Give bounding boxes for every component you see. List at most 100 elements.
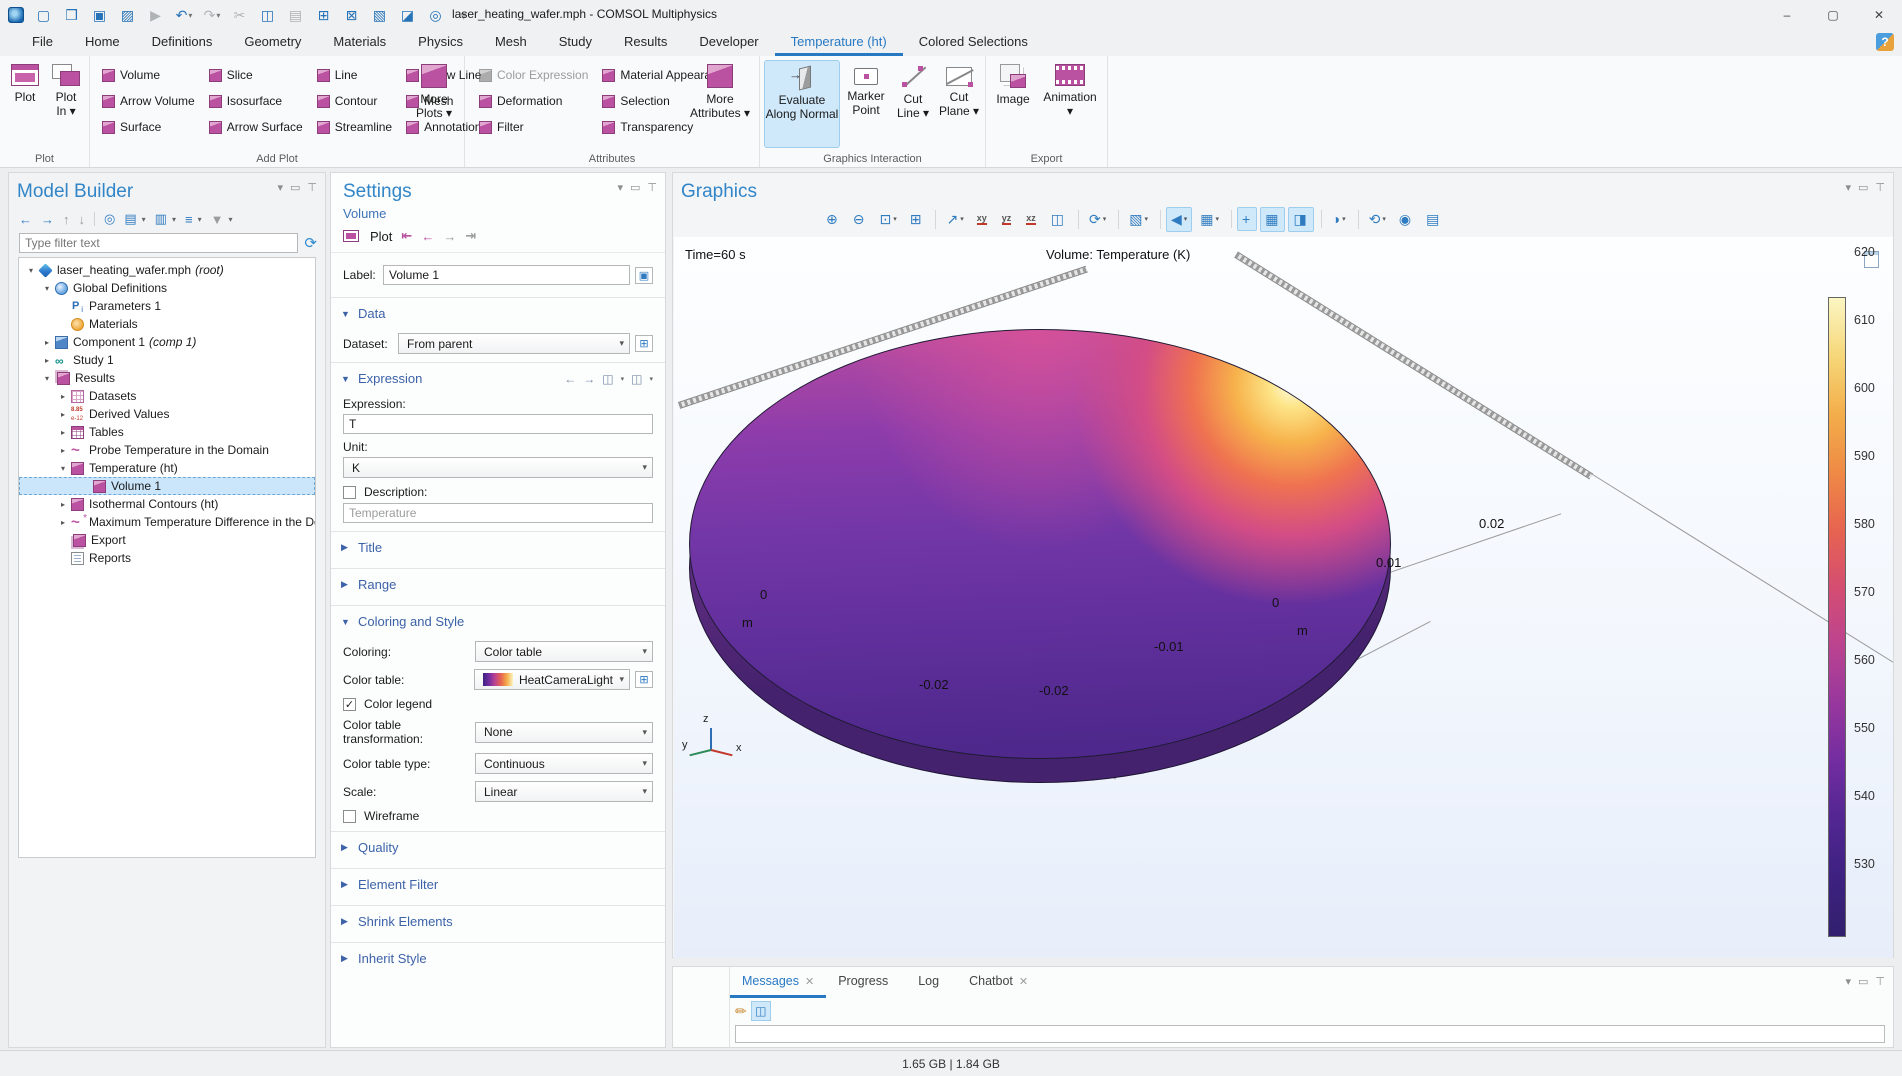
close-tab-icon[interactable]: ✕ xyxy=(1019,975,1028,988)
section-data[interactable]: ▼ Data xyxy=(331,297,665,326)
legend-toggle-icon[interactable]: ◨ xyxy=(1288,207,1313,232)
expand-all-icon[interactable]: ▤ xyxy=(124,211,136,227)
description-checkbox[interactable] xyxy=(343,486,356,499)
coloring-select[interactable]: Color table xyxy=(475,641,653,662)
save-icon[interactable]: ▣ xyxy=(88,4,112,26)
tree-item[interactable]: ▾ Results xyxy=(19,369,315,387)
arrow-volume-button[interactable]: Arrow Volume xyxy=(98,88,199,114)
tree-caret-icon[interactable]: ▸ xyxy=(40,356,54,365)
plot-button[interactable]: Plot xyxy=(6,60,44,148)
redo-icon[interactable]: ↷▾ xyxy=(200,4,224,26)
prev-expression-icon[interactable]: ← xyxy=(564,372,576,386)
color-table-select[interactable]: HeatCameraLight xyxy=(474,669,630,690)
image-export-button[interactable]: Image xyxy=(990,60,1036,148)
appearance-icon[interactable]: ◑▾ xyxy=(1327,207,1351,231)
cut-plane-button[interactable]: Cut Plane ▾ xyxy=(936,60,982,148)
surface-plot-button[interactable]: Surface xyxy=(98,114,199,140)
paste-icon[interactable]: ▤ xyxy=(284,4,308,26)
ribbon-tab[interactable]: Study xyxy=(543,30,608,56)
refresh-icon[interactable]: ⟳ xyxy=(304,234,317,252)
forward-icon[interactable]: → xyxy=(41,212,54,227)
marker-point-button[interactable]: Marker Point xyxy=(842,60,890,148)
ribbon-tab[interactable]: Materials xyxy=(317,30,402,56)
section-shrink-elements[interactable]: ▶ Shrink Elements xyxy=(331,905,665,934)
more-plots-button[interactable]: More Plots ▾ xyxy=(408,60,460,148)
tree-item[interactable]: ▸ Study 1 xyxy=(19,351,315,369)
tree-caret-icon[interactable]: ▸ xyxy=(56,410,70,419)
section-quality[interactable]: ▶ Quality xyxy=(331,831,665,860)
next-plot-icon[interactable]: → xyxy=(443,229,456,244)
section-expression[interactable]: ▼ Expression ← → ◫▾ ◫▾ xyxy=(331,362,665,391)
panel-pin-icon[interactable]: ⊤ xyxy=(1875,975,1885,988)
close-button[interactable]: ✕ xyxy=(1856,0,1902,30)
find-icon[interactable]: ◎ xyxy=(424,4,448,26)
axes-toggle-icon[interactable]: + xyxy=(1237,207,1257,231)
deselect-icon[interactable]: ◪ xyxy=(396,4,420,26)
isosurface-button[interactable]: Isosurface xyxy=(205,88,307,114)
tab-chatbot[interactable]: Chatbot ✕ xyxy=(957,967,1040,998)
run-icon[interactable]: ▶ xyxy=(144,4,168,26)
ribbon-tab[interactable]: Colored Selections xyxy=(903,30,1044,56)
panel-float-icon[interactable]: ▭ xyxy=(290,181,300,194)
print-icon[interactable]: ▤ xyxy=(1421,207,1446,232)
duplicate-icon[interactable]: ⊞ xyxy=(312,4,336,26)
plot-in-button[interactable]: Plot In ▾ xyxy=(46,60,86,148)
move-up-icon[interactable]: ↑ xyxy=(63,212,70,227)
plot-3d-view[interactable]: Time=60 s Volume: Temperature (K) 0 m 0.… xyxy=(674,237,1893,958)
go-to-dataset-icon[interactable]: ⊞ xyxy=(635,335,653,352)
show-icon[interactable]: ◎ xyxy=(104,211,115,227)
tree-item[interactable]: ▸ Derived Values xyxy=(19,405,315,423)
projection-icon[interactable]: ◫ xyxy=(1046,207,1071,232)
tree-item[interactable]: Volume 1 xyxy=(19,477,315,495)
streamline-button[interactable]: Streamline xyxy=(313,114,396,140)
panel-float-icon[interactable]: ▭ xyxy=(1858,975,1868,988)
color-table-type-select[interactable]: Continuous xyxy=(475,753,653,774)
ribbon-tab[interactable]: Geometry xyxy=(228,30,317,56)
tree-caret-icon[interactable]: ▾ xyxy=(24,266,38,275)
tab-messages[interactable]: Messages ✕ xyxy=(730,967,826,998)
tree-caret-icon[interactable]: ▾ xyxy=(56,464,70,473)
ribbon-tab[interactable]: Mesh xyxy=(479,30,543,56)
rotate-icon[interactable]: ⟳▾ xyxy=(1084,207,1111,232)
delete-icon[interactable]: ⊠ xyxy=(340,4,364,26)
save-as-icon[interactable]: ▨ xyxy=(116,4,140,26)
wireframe-checkbox[interactable] xyxy=(343,810,356,823)
copy-icon[interactable]: ◫ xyxy=(256,4,280,26)
tree-caret-icon[interactable]: ▸ xyxy=(56,428,70,437)
dataset-select[interactable]: From parent xyxy=(398,333,630,354)
view-yz-icon[interactable]: yz xyxy=(997,209,1019,229)
tree-item[interactable]: ▾ Temperature (ht) xyxy=(19,459,315,477)
expression-input[interactable] xyxy=(343,414,653,434)
panel-pin-icon[interactable]: ⊤ xyxy=(1875,181,1885,194)
scale-select[interactable]: Linear xyxy=(475,781,653,802)
update-icon[interactable]: ⟲▾ xyxy=(1364,207,1391,232)
label-input[interactable] xyxy=(383,265,630,285)
panel-pin-icon[interactable]: ⊤ xyxy=(307,181,317,194)
tree-item[interactable]: ▸ Probe Temperature in the Domain xyxy=(19,441,315,459)
section-range[interactable]: ▶ Range xyxy=(331,568,665,597)
panel-float-icon[interactable]: ▭ xyxy=(630,181,640,194)
snapshot-icon[interactable]: ◉ xyxy=(1394,207,1418,232)
close-tab-icon[interactable]: ✕ xyxy=(805,975,814,988)
tree-caret-icon[interactable]: ▾ xyxy=(40,374,54,383)
tree-caret-icon[interactable]: ▸ xyxy=(56,500,70,509)
view-xz-icon[interactable]: xz xyxy=(1021,209,1043,229)
model-tree-nodes-icon[interactable]: ≡ xyxy=(185,212,193,227)
color-expression-button[interactable]: Color Expression xyxy=(475,62,592,88)
color-legend-checkbox[interactable]: ✓ xyxy=(343,698,356,711)
tab-log[interactable]: Log xyxy=(906,967,957,998)
environment-icon[interactable]: ▧▾ xyxy=(1124,207,1153,232)
section-element-filter[interactable]: ▶ Element Filter xyxy=(331,868,665,897)
first-plot-icon[interactable]: ⇤ xyxy=(401,228,412,244)
panel-menu-icon[interactable]: ▾ xyxy=(1845,975,1851,988)
zoom-box-icon[interactable]: ⊡▾ xyxy=(874,207,901,232)
description-input[interactable] xyxy=(343,503,653,523)
transparency-icon[interactable]: ▦▾ xyxy=(1195,207,1224,232)
tree-caret-icon[interactable]: ▸ xyxy=(56,446,70,455)
replace-expression-icon[interactable]: ◫ xyxy=(602,372,613,386)
arrow-surface-button[interactable]: Arrow Surface xyxy=(205,114,307,140)
previous-plot-icon[interactable]: ← xyxy=(421,229,434,244)
tree-caret-icon[interactable]: ▸ xyxy=(56,392,70,401)
plot-icon[interactable] xyxy=(343,230,359,242)
section-title[interactable]: ▶ Title xyxy=(331,531,665,560)
